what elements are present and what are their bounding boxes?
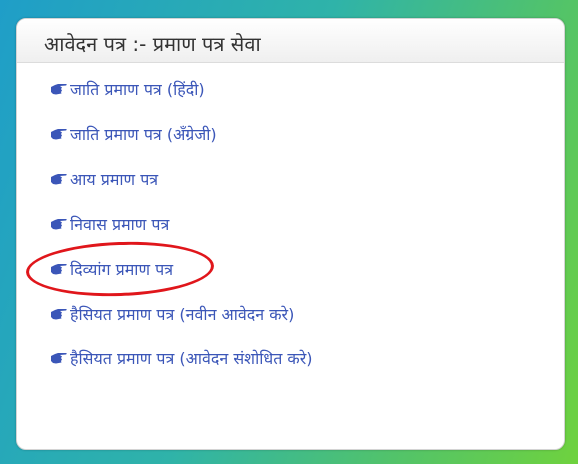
link-caste-certificate-english[interactable]: जाति प्रमाण पत्र (अँग्रेजी): [50, 122, 217, 146]
pointing-hand-icon: [50, 127, 68, 141]
link-residence-certificate[interactable]: निवास प्रमाण पत्र: [50, 212, 169, 236]
pointing-hand-icon: [50, 262, 68, 276]
link-label: निवास प्रमाण पत्र: [70, 215, 170, 234]
pointing-hand-icon: [50, 307, 68, 321]
certificate-services-panel: आवेदन पत्र :- प्रमाण पत्र सेवा जाति प्रम…: [16, 18, 565, 450]
link-label: जाति प्रमाण पत्र (अँग्रेजी): [70, 125, 217, 144]
panel-title: आवेदन पत्र :- प्रमाण पत्र सेवा: [17, 19, 564, 63]
pointing-hand-icon: [50, 172, 68, 186]
pointing-hand-icon: [50, 217, 68, 231]
link-label: जाति प्रमाण पत्र (हिंदी): [70, 80, 205, 99]
link-label: हैसियत प्रमाण पत्र (नवीन आवेदन करे): [70, 305, 295, 324]
link-label: आय प्रमाण पत्र: [70, 170, 159, 189]
pointing-hand-icon: [50, 351, 68, 365]
link-disability-certificate[interactable]: दिव्यांग प्रमाण पत्र: [50, 257, 173, 281]
link-caste-certificate-hindi[interactable]: जाति प्रमाण पत्र (हिंदी): [50, 77, 205, 101]
link-status-certificate-new[interactable]: हैसियत प्रमाण पत्र (नवीन आवेदन करे): [50, 302, 294, 326]
pointing-hand-icon: [50, 82, 68, 96]
link-status-certificate-modify[interactable]: हैसियत प्रमाण पत्र (आवेदन संशोधित करे): [50, 346, 312, 370]
link-income-certificate[interactable]: आय प्रमाण पत्र: [50, 167, 158, 191]
link-label: हैसियत प्रमाण पत्र (आवेदन संशोधित करे): [70, 349, 313, 368]
link-label: दिव्यांग प्रमाण पत्र: [70, 260, 174, 279]
